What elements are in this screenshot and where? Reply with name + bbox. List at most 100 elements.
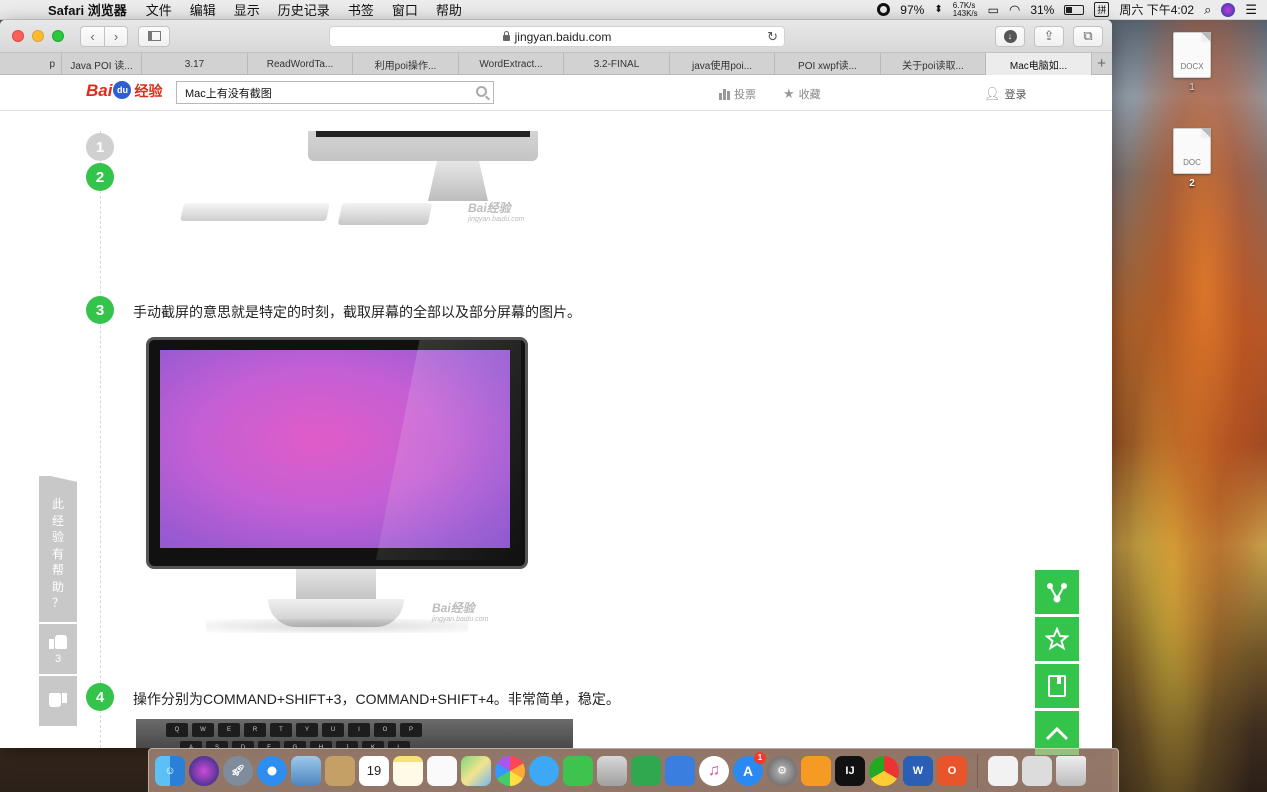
app-store-icon[interactable]: A1 — [733, 751, 766, 786]
maps-icon[interactable] — [461, 755, 491, 786]
menu-bookmarks[interactable]: 书签 — [339, 0, 383, 19]
clock[interactable]: 周六 下午4:02 — [1119, 1, 1194, 18]
siri-icon[interactable] — [1221, 2, 1236, 17]
dislike-button[interactable] — [39, 676, 77, 726]
network-speed[interactable]: 6.7K/s 143K/s — [952, 1, 978, 18]
siri-dock-icon[interactable] — [189, 755, 219, 786]
tab-item[interactable]: WordExtract... — [459, 53, 564, 75]
menu-window[interactable]: 窗口 — [383, 0, 427, 19]
notification-center-icon[interactable]: ☰ — [1245, 2, 1257, 18]
office-icon[interactable]: O — [937, 755, 967, 786]
new-tab-button[interactable]: + — [1092, 53, 1112, 74]
search-value: Mac上有没有截图 — [185, 87, 272, 100]
tab-item[interactable]: java使用poi... — [670, 53, 775, 75]
desktop-file-docx[interactable]: DOCX 1 — [1164, 32, 1220, 93]
menu-history[interactable]: 历史记录 — [269, 0, 339, 19]
safari-dock-icon[interactable] — [257, 755, 287, 786]
calendar-icon[interactable]: 19 — [359, 755, 389, 786]
bar-chart-icon — [719, 88, 730, 100]
dock-separator — [977, 753, 978, 788]
step-number-3[interactable]: 3 — [86, 296, 114, 324]
address-url: jingyan.baidu.com — [514, 29, 612, 44]
photos-icon[interactable] — [495, 755, 525, 786]
step-timeline — [100, 131, 101, 748]
chrome-icon[interactable] — [869, 755, 899, 786]
sidebar-toggle-button[interactable] — [138, 25, 170, 47]
trash-icon[interactable] — [1056, 755, 1086, 786]
step-number-4[interactable]: 4 — [86, 683, 114, 711]
close-window-button[interactable] — [12, 30, 24, 42]
wifi-icon[interactable]: ◠ — [1009, 2, 1020, 18]
menu-help[interactable]: 帮助 — [427, 0, 471, 19]
numbers-icon[interactable] — [631, 755, 661, 786]
show-tabs-button[interactable]: ⧉ — [1073, 25, 1103, 47]
fullscreen-window-button[interactable] — [52, 30, 64, 42]
system-preferences-icon[interactable]: ⚙ — [767, 755, 797, 786]
search-input[interactable]: Mac上有没有截图 — [176, 81, 494, 104]
image-capture-icon[interactable] — [291, 755, 321, 786]
finder-icon[interactable]: ☺ — [155, 755, 185, 786]
facetime-icon[interactable] — [563, 755, 593, 786]
article-content: 1 2 Bai经验 jingyan.baidu.com 3 手动截屏的意思就是特… — [0, 131, 1112, 748]
share-float-button[interactable] — [1035, 570, 1079, 614]
messages-icon[interactable] — [529, 755, 559, 786]
step-number-2[interactable]: 2 — [86, 163, 114, 191]
tab-item[interactable]: 3.17 — [142, 53, 248, 75]
app-name-menu[interactable]: Safari 浏览器 — [46, 0, 137, 19]
contacts-icon[interactable] — [325, 755, 355, 786]
keynote-icon[interactable] — [665, 755, 695, 786]
image-watermark-url: jingyan.baidu.com — [468, 216, 525, 223]
forward-button[interactable]: › — [104, 25, 128, 47]
tab-item[interactable]: 3.2-FINAL — [564, 53, 670, 75]
battery-icon[interactable] — [1064, 4, 1085, 15]
image-watermark-url: jingyan.baidu.com — [432, 616, 489, 623]
launchpad-icon[interactable]: 🚀︎ — [223, 755, 253, 786]
tab-item[interactable]: 关于poi读取... — [881, 53, 986, 75]
menu-view[interactable]: 显示 — [225, 0, 269, 19]
back-button[interactable]: ‹ — [80, 25, 104, 47]
baidu-jingyan-logo[interactable]: Bai du 经验 — [86, 81, 162, 101]
tab-bar: p Java POI 读... 3.17 ReadWordTa... 利用poi… — [0, 53, 1112, 75]
net-down-speed: 143K/s — [952, 8, 978, 18]
input-method-icon[interactable]: 拼 — [1094, 2, 1110, 17]
menu-edit[interactable]: 编辑 — [181, 0, 225, 19]
question-char: 助 — [51, 579, 64, 594]
archive-file-icon[interactable] — [988, 755, 1018, 786]
reload-icon[interactable]: ↻ — [767, 29, 778, 45]
share-button[interactable]: ⇪ — [1034, 25, 1064, 47]
like-button[interactable]: 3 — [39, 624, 77, 674]
tab-item[interactable]: Java POI 读... — [62, 53, 142, 75]
activity-ring-icon[interactable] — [877, 3, 891, 16]
ibooks-icon[interactable] — [801, 755, 831, 786]
bookmark-float-button[interactable] — [1035, 664, 1079, 708]
paw-icon: du — [113, 81, 132, 99]
spotlight-search-icon[interactable]: ⌕ — [1204, 2, 1211, 18]
search-icon[interactable] — [476, 86, 487, 97]
login-link[interactable]: 👤︎ 登录 — [984, 86, 1027, 102]
minimize-window-button[interactable] — [32, 30, 44, 42]
vote-link[interactable]: 投票 — [719, 86, 756, 102]
step-number-1[interactable]: 1 — [86, 133, 114, 161]
notes-icon[interactable] — [393, 755, 423, 786]
downloads-stack-icon[interactable] — [1022, 755, 1052, 786]
address-bar[interactable]: jingyan.baidu.com ↻ — [329, 26, 785, 47]
desktop-file-doc[interactable]: DOC 2 — [1164, 128, 1220, 189]
tab-item[interactable]: POI xwpf读... — [775, 53, 881, 75]
tab-item[interactable]: 利用poi操作... — [353, 53, 459, 75]
battery-percent[interactable]: 31% — [1030, 3, 1054, 17]
downloads-button[interactable]: ↓ — [995, 25, 1025, 47]
tab-item[interactable]: p — [0, 53, 62, 75]
status-percent: 97% — [900, 2, 925, 17]
tab-item[interactable]: ReadWordTa... — [248, 53, 353, 75]
airplay-icon[interactable]: ▭ — [988, 3, 999, 17]
preview-icon[interactable] — [597, 755, 627, 786]
favorite-link[interactable]: ★ 收藏 — [783, 86, 821, 102]
reminders-icon[interactable] — [427, 755, 457, 786]
favorite-float-button[interactable] — [1035, 617, 1079, 661]
itunes-icon[interactable]: ♫ — [699, 755, 729, 786]
menu-file[interactable]: 文件 — [137, 0, 181, 19]
download-icon: ↓ — [1003, 29, 1017, 43]
intellij-icon[interactable]: IJ — [835, 755, 865, 786]
word-icon[interactable]: W — [903, 755, 933, 786]
tab-item-active[interactable]: Mac电脑如... — [986, 53, 1092, 75]
